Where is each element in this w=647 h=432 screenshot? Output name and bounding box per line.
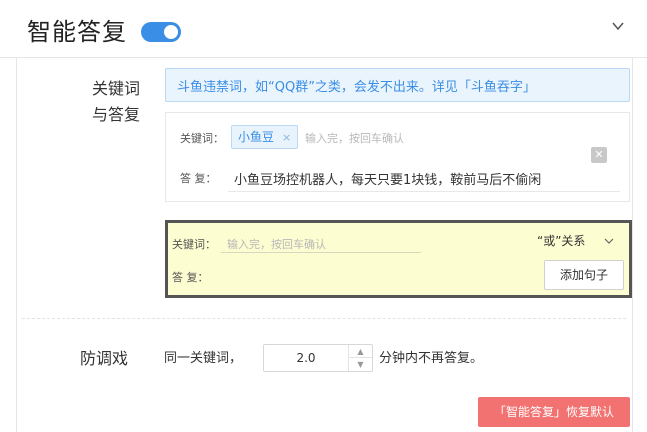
new-reply-label: 答 复： — [172, 271, 209, 284]
panel-border-right — [632, 58, 633, 432]
keyword-reply-entry: 关键词： 小鱼豆 × 输入完，按回车确认 答 复： 小鱼豆场控机器人，每天只要1块… — [165, 112, 630, 202]
keyword-tag-text: 小鱼豆 — [238, 130, 275, 144]
panel-border-left — [16, 58, 17, 432]
keywords-label-line2: 与答复 — [91, 105, 140, 124]
relation-select[interactable]: “或”关系 — [537, 232, 585, 249]
restore-defaults-button[interactable]: 「智能答复」恢复默认 — [478, 397, 630, 427]
stepper-down-icon[interactable]: ▼ — [349, 358, 372, 371]
notice-text: 斗鱼违禁词，如“QQ群”之类，会发不出来。详见「斗鱼吞字」 — [177, 80, 536, 95]
new-keyword-entry: 关键词： 输入完，按回车确认 “或”关系 答 复： 添加句子 — [165, 220, 632, 298]
banned-words-notice: 斗鱼违禁词，如“QQ群”之类，会发不出来。详见「斗鱼吞字」 — [165, 68, 630, 102]
keywords-section-label: 关键词 与答复 — [70, 76, 140, 128]
reply-input[interactable]: 小鱼豆场控机器人，每天只要1块钱，鞍前马后不偷闲 — [234, 169, 541, 188]
toggle-knob — [164, 25, 178, 39]
minutes-value[interactable]: 2.0 — [264, 345, 348, 371]
keyword-tag: 小鱼豆 × — [231, 125, 299, 149]
chevron-down-icon[interactable] — [612, 20, 624, 32]
anti-spam-suffix: 分钟内不再答复。 — [379, 351, 484, 366]
keywords-label-line1: 关键词 — [91, 79, 140, 98]
section-header: 智能答复 — [0, 0, 647, 58]
reply-label: 答 复： — [180, 172, 217, 185]
new-keyword-input[interactable]: 输入完，按回车确认 — [227, 236, 326, 252]
new-keyword-underline — [221, 252, 421, 253]
add-sentence-button[interactable]: 添加句子 — [544, 260, 624, 290]
section-title: 智能答复 — [27, 18, 127, 46]
tag-remove-icon[interactable]: × — [282, 131, 291, 144]
stepper-up-icon[interactable]: ▲ — [349, 345, 372, 358]
anti-spam-label: 防调戏 — [80, 349, 129, 368]
section-divider — [22, 318, 626, 319]
delete-entry-icon[interactable]: ✕ — [591, 147, 607, 163]
anti-spam-prefix: 同一关键词， — [164, 351, 243, 366]
relation-chevron-down-icon[interactable] — [604, 236, 614, 246]
stepper-arrows: ▲ ▼ — [348, 345, 372, 371]
reply-underline — [228, 191, 620, 192]
keyword-label: 关键词： — [180, 132, 224, 145]
smart-reply-toggle[interactable] — [141, 22, 181, 42]
new-keyword-label: 关键词： — [172, 238, 216, 251]
minutes-stepper[interactable]: 2.0 ▲ ▼ — [263, 344, 373, 372]
keyword-input[interactable]: 输入完，按回车确认 — [305, 130, 404, 146]
